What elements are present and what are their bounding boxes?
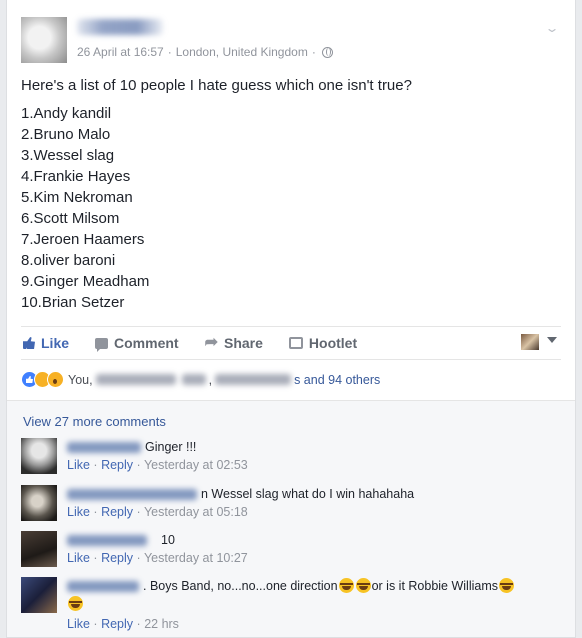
list-item: 4.Frankie Hayes: [21, 168, 131, 185]
comment-reply-link[interactable]: Reply: [101, 505, 133, 519]
comment-body: . Boys Band, no...no...one direction or i…: [67, 577, 561, 613]
globe-icon[interactable]: [321, 46, 333, 58]
meta-separator: ·: [93, 617, 98, 631]
commenter-name-blurred[interactable]: [67, 442, 141, 454]
list-item: 2.Bruno Malo: [21, 126, 111, 143]
comment-text: 10: [161, 533, 175, 547]
comment-button[interactable]: Comment: [95, 335, 179, 352]
comment-label: Comment: [114, 335, 179, 351]
share-label: Share: [223, 335, 263, 351]
share-button[interactable]: ➦ Share: [204, 334, 263, 352]
comment-meta: Like · Reply · Yesterday at 05:18: [67, 503, 561, 521]
people-list: 1.Andy kandil 2.Bruno Malo 3.Wessel slag…: [21, 103, 149, 313]
reactor-you: You,: [68, 372, 93, 387]
comment-body: Ginger !!! Like · Reply · Yesterday at 0…: [67, 438, 561, 474]
meta-separator: ·: [311, 45, 316, 59]
post-card: 26 April at 16:57 · London, United Kingd…: [6, 0, 576, 638]
wow-reaction-icon: [47, 371, 64, 388]
meta-separator: ·: [93, 551, 98, 565]
comment-text: or is it Robbie Williams: [371, 579, 498, 593]
comment-reply-link[interactable]: Reply: [101, 551, 133, 565]
comment-meta: Like · Reply · Yesterday at 10:27: [67, 549, 561, 567]
comment-time[interactable]: Yesterday at 02:53: [144, 458, 248, 472]
comment-like-link[interactable]: Like: [67, 551, 90, 565]
thumbs-up-icon: [23, 337, 35, 349]
commenter-name-blurred[interactable]: [67, 535, 147, 547]
list-item: 5.Kim Nekroman: [21, 189, 133, 206]
comment-emoji-line: [67, 595, 561, 613]
comment-body: 10 Like · Reply · Yesterday at 10:27: [67, 531, 561, 567]
reactions-summary[interactable]: You, , s and 94 others: [21, 371, 380, 388]
commenter-name-blurred[interactable]: [67, 489, 197, 501]
meta-separator: ·: [93, 458, 98, 472]
action-bar: Like Comment ➦ Share Hootlet: [21, 326, 561, 360]
post-text: Here's a list of 10 people I hate guess …: [21, 77, 412, 94]
comment-time[interactable]: Yesterday at 10:27: [144, 551, 248, 565]
commenter-avatar[interactable]: [21, 531, 57, 567]
reactor-name-blurred[interactable]: [215, 374, 292, 385]
comment-like-link[interactable]: Like: [67, 458, 90, 472]
share-arrow-icon: ➦: [204, 334, 218, 351]
hootlet-button[interactable]: Hootlet: [288, 335, 358, 351]
reactor-name-blurred[interactable]: [181, 374, 206, 385]
comment-reply-link[interactable]: Reply: [101, 458, 133, 472]
meta-separator: ·: [136, 505, 141, 519]
laughing-emoji-icon: [499, 578, 514, 593]
commenter-avatar[interactable]: [21, 577, 57, 613]
post-meta: 26 April at 16:57 · London, United Kingd…: [77, 45, 333, 59]
comment-time[interactable]: 22 hrs: [144, 617, 179, 631]
list-item: 10.Brian Setzer: [21, 294, 125, 311]
list-item: 9.Ginger Meadham: [21, 273, 150, 290]
meta-separator: ·: [136, 617, 141, 631]
hootlet-label: Hootlet: [308, 335, 358, 351]
meta-separator: ·: [136, 458, 141, 472]
list-item: 3.Wessel slag: [21, 147, 115, 164]
hootlet-icon: [288, 337, 303, 349]
meta-separator: ·: [136, 551, 141, 565]
meta-separator: ·: [93, 505, 98, 519]
comment-time[interactable]: Yesterday at 05:18: [144, 505, 248, 519]
post-timestamp[interactable]: 26 April at 16:57: [77, 45, 164, 59]
reactor-separator: ,: [208, 372, 213, 387]
comment-meta: Like · Reply · 22 hrs: [67, 615, 179, 633]
like-button[interactable]: Like: [23, 335, 69, 351]
laughing-emoji-icon: [355, 578, 371, 593]
comment-text: n Wessel slag what do I win hahahaha: [201, 487, 415, 501]
list-item: 6.Scott Milsom: [21, 210, 120, 227]
share-as-avatar[interactable]: [521, 334, 539, 350]
comment-meta: Like · Reply · Yesterday at 02:53: [67, 456, 561, 474]
like-label: Like: [41, 335, 70, 351]
comment-like-link[interactable]: Like: [67, 617, 90, 631]
comment-text: Ginger !!!: [145, 440, 197, 454]
list-item: 8.oliver baroni: [21, 252, 116, 269]
comment-reply-link[interactable]: Reply: [101, 617, 133, 631]
view-more-comments-link[interactable]: View 27 more comments: [23, 414, 166, 429]
reactions-others-link[interactable]: s and 94 others: [294, 373, 380, 387]
caret-down-icon[interactable]: [547, 337, 557, 343]
post-header: 26 April at 16:57 · London, United Kingd…: [21, 17, 561, 65]
commenter-avatar[interactable]: [21, 438, 57, 474]
commenter-avatar[interactable]: [21, 485, 57, 521]
comment-icon: [95, 337, 109, 352]
list-item: 7.Jeroen Haamers: [21, 231, 145, 248]
post-location[interactable]: London, United Kingdom: [176, 45, 308, 59]
reactor-name-blurred[interactable]: [95, 374, 176, 385]
meta-separator: ·: [167, 45, 172, 59]
author-name-blurred[interactable]: [77, 19, 163, 35]
laughing-emoji-icon: [68, 596, 83, 611]
comment-like-link[interactable]: Like: [67, 505, 90, 519]
chevron-down-icon[interactable]: ⌄: [544, 21, 559, 35]
list-item: 1.Andy kandil: [21, 105, 112, 122]
laughing-emoji-icon: [338, 578, 354, 593]
author-avatar[interactable]: [21, 17, 67, 63]
comment-text: . Boys Band, no...no...one direction: [143, 579, 338, 593]
commenter-name-blurred[interactable]: [67, 581, 139, 593]
comment-body: n Wessel slag what do I win hahahaha Lik…: [67, 485, 561, 521]
